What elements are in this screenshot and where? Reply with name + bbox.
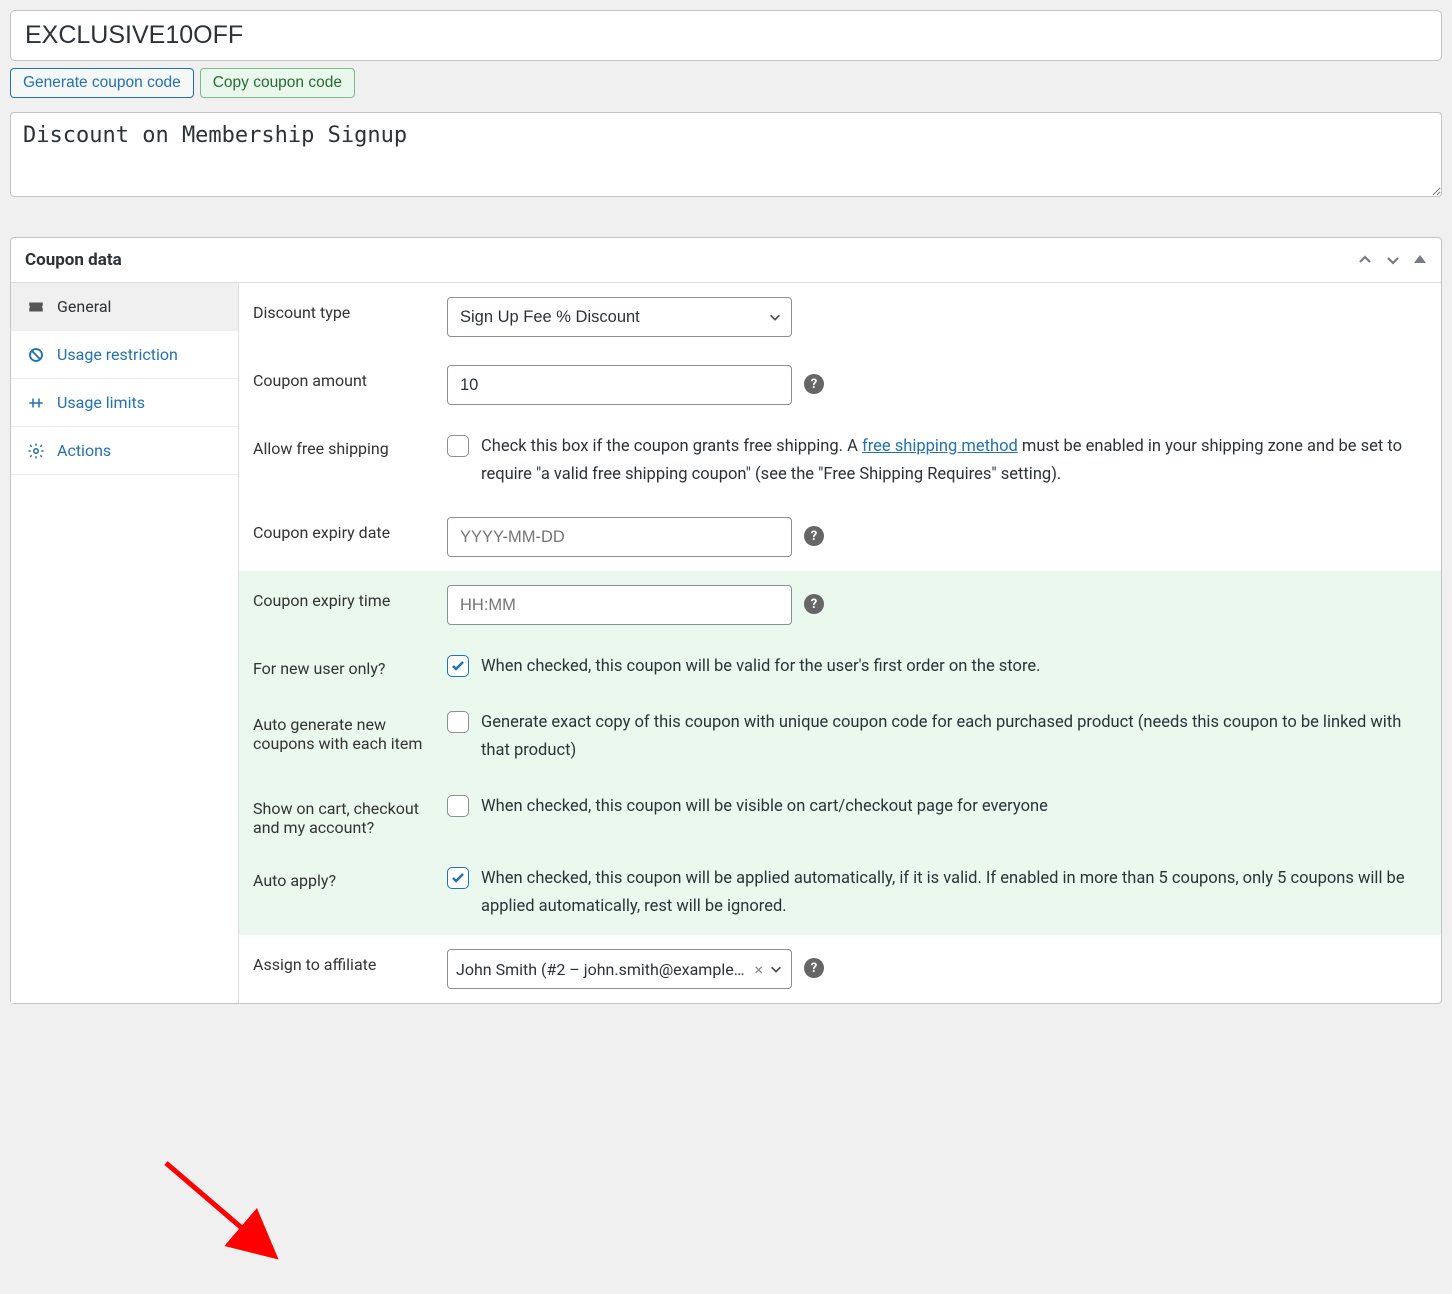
panel-title: Coupon data <box>25 250 122 270</box>
panel-collapse-icon[interactable] <box>1413 252 1427 268</box>
help-icon[interactable]: ? <box>804 374 824 394</box>
coupon-code-input[interactable] <box>10 10 1442 61</box>
show-cart-label: Show on cart, checkout and my account? <box>253 793 427 837</box>
auto-apply-label: Auto apply? <box>253 865 427 890</box>
tab-label: Usage restriction <box>57 345 178 364</box>
ban-icon <box>27 346 45 364</box>
panel-chevron-up-icon[interactable] <box>1357 252 1373 268</box>
expiry-date-label: Coupon expiry date <box>253 517 427 542</box>
limits-icon <box>27 394 45 412</box>
tab-general[interactable]: General <box>11 283 238 331</box>
tab-label: General <box>57 297 111 316</box>
help-icon[interactable]: ? <box>804 526 824 546</box>
tab-label: Actions <box>57 441 111 460</box>
help-icon[interactable]: ? <box>804 958 824 978</box>
coupon-data-panel: Coupon data General <box>10 237 1442 1004</box>
affiliate-select[interactable]: John Smith (#2 – john.smith@example.com)… <box>447 949 792 989</box>
coupon-description-input[interactable]: Discount on Membership Signup <box>10 112 1442 197</box>
copy-coupon-button[interactable]: Copy coupon code <box>200 68 355 98</box>
panel-chevron-down-icon[interactable] <box>1385 252 1401 268</box>
expiry-time-input[interactable] <box>447 585 792 625</box>
tab-usage-limits[interactable]: Usage limits <box>11 379 238 427</box>
remove-affiliate-icon[interactable]: × <box>754 960 763 979</box>
affiliate-label: Assign to affiliate <box>253 949 427 974</box>
help-icon[interactable]: ? <box>804 594 824 614</box>
expiry-time-label: Coupon expiry time <box>253 585 427 610</box>
auto-generate-checkbox[interactable] <box>447 711 469 733</box>
free-shipping-link[interactable]: free shipping method <box>862 437 1018 456</box>
free-shipping-checkbox[interactable] <box>447 435 469 457</box>
tab-actions[interactable]: Actions <box>11 427 238 475</box>
tab-usage-restriction[interactable]: Usage restriction <box>11 331 238 379</box>
auto-generate-help-text: Generate exact copy of this coupon with … <box>481 709 1425 765</box>
affiliate-value: John Smith (#2 – john.smith@example.com) <box>456 960 748 979</box>
expiry-date-input[interactable] <box>447 517 792 557</box>
new-user-checkbox[interactable] <box>447 655 469 677</box>
coupon-amount-label: Coupon amount <box>253 365 427 390</box>
auto-apply-help-text: When checked, this coupon will be applie… <box>481 865 1425 921</box>
gear-icon <box>27 442 45 460</box>
annotation-arrow-icon <box>161 1153 291 1273</box>
new-user-label: For new user only? <box>253 653 427 678</box>
free-shipping-label: Allow free shipping <box>253 433 427 458</box>
ticket-icon <box>27 298 45 316</box>
discount-type-select[interactable] <box>447 297 792 337</box>
auto-generate-label: Auto generate new coupons with each item <box>253 709 427 753</box>
generate-coupon-button[interactable]: Generate coupon code <box>10 68 194 98</box>
show-cart-help-text: When checked, this coupon will be visibl… <box>481 793 1425 821</box>
discount-type-label: Discount type <box>253 297 427 322</box>
free-shipping-help-text: Check this box if the coupon grants free… <box>481 433 1425 489</box>
coupon-amount-input[interactable] <box>447 365 792 405</box>
show-cart-checkbox[interactable] <box>447 795 469 817</box>
tab-label: Usage limits <box>57 393 145 412</box>
new-user-help-text: When checked, this coupon will be valid … <box>481 653 1425 681</box>
auto-apply-checkbox[interactable] <box>447 867 469 889</box>
chevron-down-icon <box>769 962 783 976</box>
